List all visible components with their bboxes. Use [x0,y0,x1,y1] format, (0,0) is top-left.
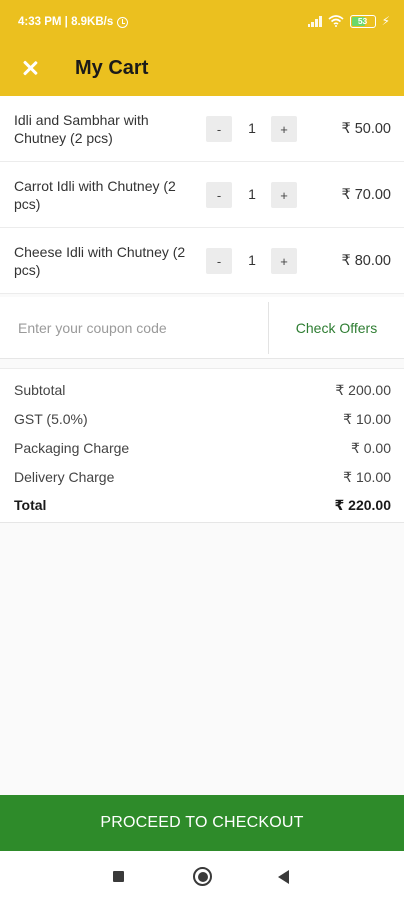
decrease-quantity-button[interactable]: - [206,116,232,142]
item-name: Idli and Sambhar with Chutney (2 pcs) [14,112,149,146]
charging-icon: ⚡ [381,14,390,28]
subtotal-row: Subtotal ₹ 200.00 [14,382,391,402]
signal-icon [307,15,322,27]
item-quantity: 1 [248,120,256,136]
gst-value: ₹ 10.00 [343,411,391,427]
gst-row: GST (5.0%) ₹ 10.00 [14,411,391,431]
total-row: Total ₹ 220.00 [14,497,391,517]
packaging-label: Packaging Charge [14,440,130,456]
home-circle-icon[interactable] [193,867,212,886]
cart-item: Cheese Idli with Chutney (2 pcs) - 1 + ₹… [0,228,404,294]
increase-quantity-button[interactable]: + [271,182,297,208]
coupon-section: Check Offers [0,297,404,359]
subtotal-label: Subtotal [14,382,66,398]
total-value: ₹ 220.00 [334,497,391,513]
back-triangle-icon[interactable] [278,870,289,884]
battery-icon: 53 [349,14,376,28]
delivery-value: ₹ 10.00 [343,469,391,485]
item-price: ₹ 70.00 [341,187,391,203]
page-title: My Cart [75,57,149,79]
coupon-input[interactable] [0,297,268,359]
item-name: Cheese Idli with Chutney (2 pcs) [14,244,186,278]
total-label: Total [14,497,47,513]
app-bar: My Cart [0,46,404,96]
item-name: Carrot Idli with Chutney (2 pcs) [14,178,176,212]
item-quantity: 1 [248,186,256,202]
decrease-quantity-button[interactable]: - [206,248,232,274]
item-quantity: 1 [248,252,256,268]
increase-quantity-button[interactable]: + [271,116,297,142]
delivery-row: Delivery Charge ₹ 10.00 [14,469,391,489]
status-right: 53 ⚡ [307,14,390,28]
cart-item: Carrot Idli with Chutney (2 pcs) - 1 + ₹… [0,162,404,228]
recents-square-icon[interactable] [113,871,124,882]
system-nav-bar [0,851,404,900]
cart-item: Idli and Sambhar with Chutney (2 pcs) - … [0,96,404,162]
delivery-label: Delivery Charge [14,469,115,485]
alarm-icon [117,16,129,28]
status-bar: 4:33 PM | 8.9KB/s 53 ⚡ [0,0,404,46]
item-price: ₹ 50.00 [341,121,391,137]
subtotal-value: ₹ 200.00 [335,382,391,398]
check-offers-button[interactable]: Check Offers [269,297,404,359]
wifi-icon [328,15,344,27]
packaging-value: ₹ 0.00 [350,440,391,456]
proceed-to-checkout-button[interactable]: PROCEED TO CHECKOUT [0,795,404,851]
cart-items-list: Idli and Sambhar with Chutney (2 pcs) - … [0,96,404,294]
packaging-row: Packaging Charge ₹ 0.00 [14,440,391,460]
item-price: ₹ 80.00 [341,253,391,269]
increase-quantity-button[interactable]: + [271,248,297,274]
bill-summary: Subtotal ₹ 200.00 GST (5.0%) ₹ 10.00 Pac… [0,368,404,523]
decrease-quantity-button[interactable]: - [206,182,232,208]
gst-label: GST (5.0%) [14,411,88,427]
status-left: 4:33 PM | 8.9KB/s [18,16,129,28]
battery-level: 53 [357,16,368,26]
cart-screen: 4:33 PM | 8.9KB/s 53 ⚡ My Cart Idli and … [0,0,404,900]
status-time-speed: 4:33 PM | 8.9KB/s [18,16,114,28]
header: 4:33 PM | 8.9KB/s 53 ⚡ My Cart [0,0,404,96]
close-icon[interactable] [16,54,44,82]
